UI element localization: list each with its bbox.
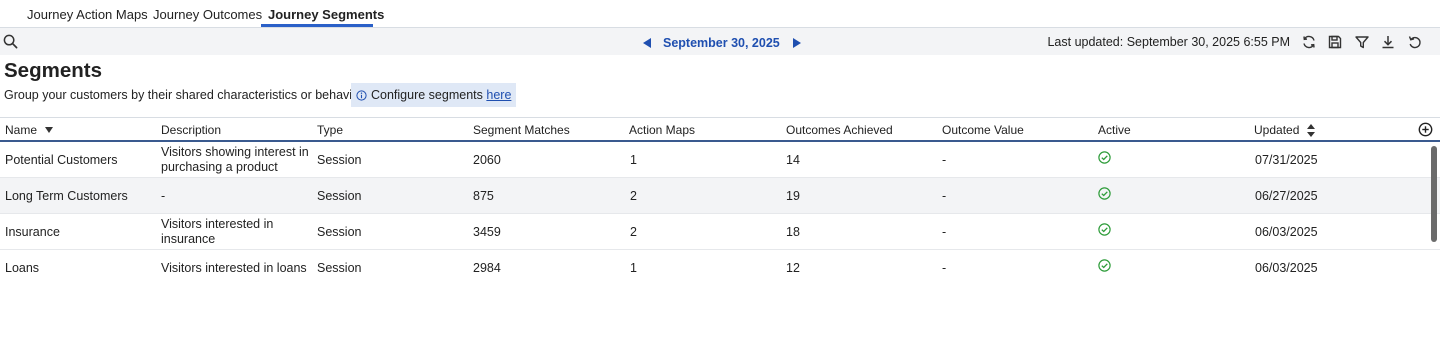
search-icon[interactable]: [3, 34, 19, 50]
cell-type: Session: [317, 261, 362, 275]
toolbar: September 30, 2025 Last updated: Septemb…: [0, 28, 1440, 55]
cell-type: Session: [317, 153, 362, 167]
cell-action-maps: 2: [630, 189, 637, 203]
table-row[interactable]: Loans Visitors interested in loans Sessi…: [0, 250, 1440, 286]
cell-outcome-value: -: [942, 189, 947, 203]
cell-outcomes-achieved: 14: [786, 153, 800, 167]
save-icon[interactable]: [1327, 33, 1344, 50]
cell-segment-matches: 3459: [473, 225, 501, 239]
configure-segments-text: Configure segments: [371, 88, 483, 102]
table-row[interactable]: Long Term Customers - Session 875 2 19 -…: [0, 178, 1440, 214]
segments-table: Name Description Type Segment Matches Ac…: [0, 117, 1440, 286]
active-check-icon: [1098, 223, 1111, 236]
cell-action-maps: 1: [630, 153, 637, 167]
column-header-outcome-value[interactable]: Outcome Value: [942, 123, 1024, 137]
configure-segments-notice: Configure segments here: [351, 83, 517, 107]
current-date[interactable]: September 30, 2025: [663, 36, 780, 50]
info-icon: [356, 89, 367, 101]
table-scrollbar[interactable]: [1431, 146, 1437, 242]
tab-journey-outcomes[interactable]: Journey Outcomes: [153, 7, 262, 22]
cell-description: Visitors interested in loans: [161, 261, 307, 275]
cell-type: Session: [317, 189, 362, 203]
cell-action-maps: 2: [630, 225, 637, 239]
cell-outcomes-achieved: 19: [786, 189, 800, 203]
cell-name: Loans: [5, 261, 40, 275]
cell-updated: 06/03/2025: [1255, 225, 1318, 239]
cell-outcomes-achieved: 18: [786, 225, 800, 239]
next-date-icon[interactable]: [790, 36, 804, 50]
active-check-icon: [1098, 151, 1111, 164]
cell-segment-matches: 2060: [473, 153, 501, 167]
cell-description: Visitors showing interest in purchasing …: [161, 145, 309, 174]
configure-segments-link[interactable]: here: [486, 88, 511, 102]
tab-journey-segments[interactable]: Journey Segments: [268, 7, 384, 22]
cell-name: Potential Customers: [5, 153, 118, 167]
active-tab-indicator: [261, 24, 373, 27]
table-header: Name Description Type Segment Matches Ac…: [0, 117, 1440, 142]
column-header-segment-matches[interactable]: Segment Matches: [473, 123, 570, 137]
active-check-icon: [1098, 259, 1111, 272]
cell-action-maps: 1: [630, 261, 637, 275]
cell-name: Insurance: [5, 225, 60, 239]
sort-descending-icon[interactable]: [45, 127, 54, 133]
column-header-action-maps[interactable]: Action Maps: [629, 123, 695, 137]
undo-icon[interactable]: [1406, 33, 1423, 50]
column-header-updated[interactable]: Updated: [1254, 123, 1316, 137]
column-header-name[interactable]: Name: [5, 123, 54, 137]
tab-journey-action-maps[interactable]: Journey Action Maps: [27, 7, 148, 22]
cell-outcome-value: -: [942, 153, 947, 167]
cell-outcomes-achieved: 12: [786, 261, 800, 275]
tab-bar: Journey Action Maps Journey Outcomes Jou…: [0, 0, 1440, 28]
cell-segment-matches: 2984: [473, 261, 501, 275]
cell-updated: 07/31/2025: [1255, 153, 1318, 167]
cell-name: Long Term Customers: [5, 189, 128, 203]
previous-date-icon[interactable]: [640, 36, 654, 50]
add-column-icon[interactable]: [1418, 122, 1433, 137]
refresh-icon[interactable]: [1300, 33, 1317, 50]
cell-description: -: [161, 189, 166, 203]
sort-icon[interactable]: [1307, 123, 1316, 137]
cell-outcome-value: -: [942, 225, 947, 239]
cell-updated: 06/03/2025: [1255, 261, 1318, 275]
cell-updated: 06/27/2025: [1255, 189, 1318, 203]
column-header-description[interactable]: Description: [161, 123, 221, 137]
table-row[interactable]: Potential Customers Visitors showing int…: [0, 142, 1440, 178]
toolbar-actions: [1300, 33, 1433, 50]
last-updated-text: Last updated: September 30, 2025 6:55 PM: [1047, 35, 1290, 49]
active-check-icon: [1098, 187, 1111, 200]
column-header-type[interactable]: Type: [317, 123, 343, 137]
cell-description: Visitors interested in insurance: [161, 217, 274, 246]
filter-icon[interactable]: [1353, 33, 1370, 50]
column-header-outcomes-achieved[interactable]: Outcomes Achieved: [786, 123, 893, 137]
date-navigator: September 30, 2025: [640, 35, 804, 51]
table-row[interactable]: Insurance Visitors interested in insuran…: [0, 214, 1440, 250]
column-header-active[interactable]: Active: [1098, 123, 1131, 137]
cell-type: Session: [317, 225, 362, 239]
page-subtitle: Group your customers by their shared cha…: [4, 88, 373, 102]
cell-outcome-value: -: [942, 261, 947, 275]
page-title: Segments: [4, 59, 102, 82]
download-icon[interactable]: [1380, 33, 1397, 50]
cell-segment-matches: 875: [473, 189, 494, 203]
